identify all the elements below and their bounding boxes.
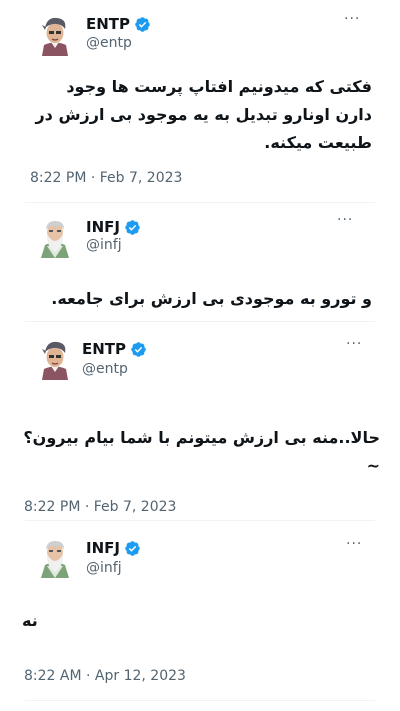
tweet-timestamp[interactable]: 8:22 PM · Feb 7, 2023	[30, 169, 182, 187]
verified-badge-icon	[124, 540, 141, 557]
author-name-row: INFJ	[86, 538, 141, 558]
tweet-2: INFJ @infj ··· و تورو به موجودی بی ارزش …	[0, 203, 400, 321]
tweet-text: و تورو به موجودی بی ارزش برای جامعه.	[51, 289, 372, 308]
author-handle[interactable]: @infj	[86, 559, 122, 577]
tweet-text: حالا..منه بی ارزش میتونم با شما بیام بیر…	[23, 428, 380, 475]
author-name-row: ENTP	[82, 339, 147, 359]
author-handle[interactable]: @infj	[86, 236, 122, 254]
infj-avatar[interactable]	[33, 534, 77, 578]
more-horizontal-icon[interactable]: ···	[346, 537, 362, 551]
tweet-text: نه	[22, 611, 38, 630]
tweet-text: فکتی که میدونیم افتاپ پرست ها وجود دارن …	[35, 77, 372, 152]
author-name-row: ENTP	[86, 14, 151, 34]
entp-avatar[interactable]	[33, 336, 77, 380]
author-name[interactable]: ENTP	[82, 339, 126, 359]
tweet-3: ENTP @entp ··· حالا..منه بی ارزش میتونم …	[0, 322, 400, 520]
verified-badge-icon	[130, 341, 147, 358]
more-horizontal-icon[interactable]: ···	[344, 12, 360, 26]
author-name-row: INFJ	[86, 217, 141, 237]
infj-avatar[interactable]	[33, 214, 77, 258]
author-name[interactable]: ENTP	[86, 14, 130, 34]
author-handle[interactable]: @entp	[86, 34, 132, 52]
entp-avatar[interactable]	[33, 12, 77, 56]
more-horizontal-icon[interactable]: ···	[346, 337, 362, 351]
more-horizontal-icon[interactable]: ···	[337, 213, 353, 227]
tweet-1: ENTP @entp ··· فکتی که میدونیم افتاپ پرس…	[0, 0, 400, 200]
divider	[25, 700, 375, 701]
verified-badge-icon	[134, 16, 151, 33]
author-name[interactable]: INFJ	[86, 217, 120, 237]
author-handle[interactable]: @entp	[82, 360, 128, 378]
author-name[interactable]: INFJ	[86, 538, 120, 558]
verified-badge-icon	[124, 219, 141, 236]
tweet-timestamp[interactable]: 8:22 PM · Feb 7, 2023	[24, 498, 176, 516]
tweet-4: INFJ @infj ··· نه 8:22 AM · Apr 12, 2023	[0, 521, 400, 711]
tweet-timestamp[interactable]: 8:22 AM · Apr 12, 2023	[24, 667, 186, 685]
